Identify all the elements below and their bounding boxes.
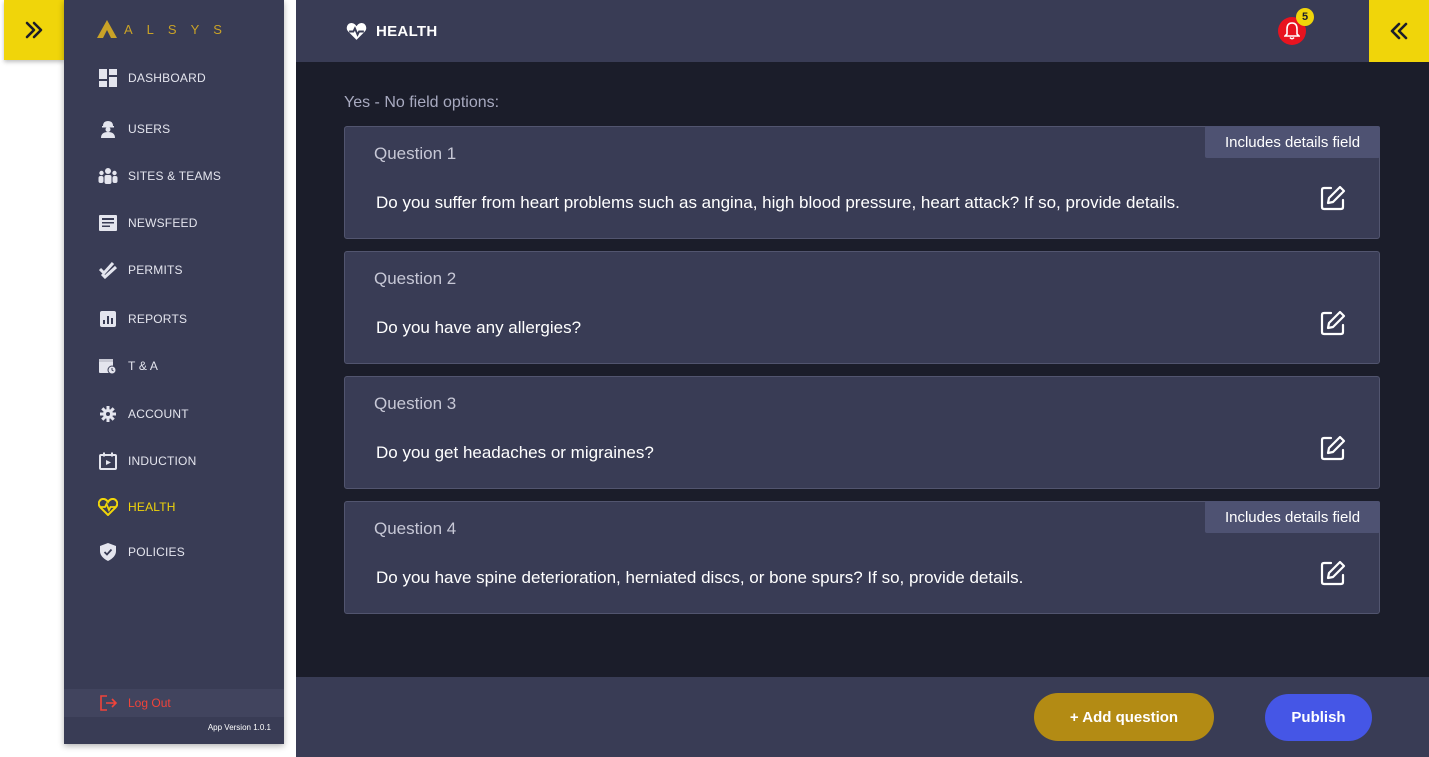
sidebar-item-newsfeed[interactable]: NEWSFEED <box>98 212 198 234</box>
sidebar-item-label: INDUCTION <box>128 454 197 468</box>
edit-icon[interactable] <box>1320 310 1346 336</box>
question-text: Do you have spine deterioration, herniat… <box>376 568 1024 587</box>
edit-icon[interactable] <box>1320 435 1346 461</box>
app-version: App Version 1.0.1 <box>207 723 271 732</box>
sidebar-item-reports[interactable]: REPORTS <box>98 308 187 330</box>
question-title: Question 3 <box>374 394 457 413</box>
sidebar-item-sites-teams[interactable]: SITES & TEAMS <box>98 165 221 187</box>
sidebar-item-label: ACCOUNT <box>128 407 189 421</box>
calendar-icon <box>98 451 118 471</box>
sidebar-item-policies[interactable]: POLICIES <box>98 541 185 563</box>
shield-icon <box>98 542 118 562</box>
edit-icon[interactable] <box>1320 185 1346 211</box>
sidebar-item-label: PERMITS <box>128 263 183 277</box>
report-icon <box>98 309 118 329</box>
question-title: Question 2 <box>374 269 457 288</box>
question-card: Question 2 Do you have any allergies? <box>344 251 1380 364</box>
sidebar-item-account[interactable]: ACCOUNT <box>98 403 189 425</box>
chevrons-left-icon <box>1390 22 1408 40</box>
gear-icon <box>98 404 118 424</box>
sidebar-item-permits[interactable]: PERMITS <box>98 259 183 281</box>
add-question-button[interactable]: + Add question <box>1034 693 1214 741</box>
footer-bar: + Add question Publish <box>296 677 1429 757</box>
question-title: Question 1 <box>374 144 457 163</box>
sidebar-item-users[interactable]: USERS <box>98 118 170 140</box>
top-header: HEALTH 5 <box>296 0 1369 62</box>
heartbeat-icon <box>98 497 118 517</box>
question-text: Do you suffer from heart problems such a… <box>376 193 1180 212</box>
dashboard-icon <box>98 68 118 88</box>
details-field-tag: Includes details field <box>1205 501 1380 533</box>
sidebar: ALSYS DASHBOARD USERS SITES & TEAMS NEWS… <box>64 0 284 744</box>
sidebar-item-label: POLICIES <box>128 545 185 559</box>
sidebar-item-label: USERS <box>128 122 171 136</box>
check-icon <box>98 260 118 280</box>
timesheet-icon <box>98 356 118 376</box>
logout-button[interactable]: Log Out <box>64 689 284 717</box>
page-title: HEALTH <box>346 20 438 42</box>
newspaper-icon <box>98 213 118 233</box>
main-content: HEALTH 5 Yes - No field options: Questio… <box>296 0 1429 757</box>
sidebar-item-health[interactable]: HEALTH <box>98 496 176 518</box>
notification-badge: 5 <box>1296 8 1314 26</box>
question-card: Question 3 Do you get headaches or migra… <box>344 376 1380 489</box>
sidebar-item-label: HEALTH <box>128 500 176 514</box>
page-title-text: HEALTH <box>376 22 438 40</box>
sidebar-item-label: DASHBOARD <box>128 71 206 85</box>
logout-icon <box>100 695 118 711</box>
sidebar-item-label: REPORTS <box>128 312 188 326</box>
sidebar-item-label: T & A <box>128 359 159 373</box>
bell-icon <box>1284 22 1300 40</box>
brand-name: ALSYS <box>124 21 236 37</box>
brand-logo: ALSYS <box>96 18 236 40</box>
question-card: Question 4 Do you have spine deteriorati… <box>344 501 1380 614</box>
section-title: Yes - No field options: <box>344 94 500 111</box>
heartbeat-icon <box>346 22 367 40</box>
logo-icon <box>97 20 117 38</box>
question-title: Question 4 <box>374 519 457 538</box>
expand-sidebar-button[interactable] <box>4 0 64 60</box>
question-card: Question 1 Do you suffer from heart prob… <box>344 126 1380 239</box>
team-icon <box>98 166 118 186</box>
question-text: Do you get headaches or migraines? <box>376 443 654 462</box>
sidebar-item-label: SITES & TEAMS <box>128 169 222 183</box>
edit-icon[interactable] <box>1320 560 1346 586</box>
collapse-panel-button[interactable] <box>1369 0 1429 62</box>
sidebar-item-induction[interactable]: INDUCTION <box>98 450 196 472</box>
logout-label: Log Out <box>128 696 171 710</box>
sidebar-item-dashboard[interactable]: DASHBOARD <box>98 67 206 89</box>
publish-button[interactable]: Publish <box>1265 694 1372 741</box>
chevrons-right-icon <box>25 21 43 39</box>
question-text: Do you have any allergies? <box>376 318 582 337</box>
sidebar-item-label: NEWSFEED <box>128 216 198 230</box>
worker-icon <box>98 119 118 139</box>
details-field-tag: Includes details field <box>1205 126 1380 158</box>
sidebar-item-t-and-a[interactable]: T & A <box>98 355 158 377</box>
